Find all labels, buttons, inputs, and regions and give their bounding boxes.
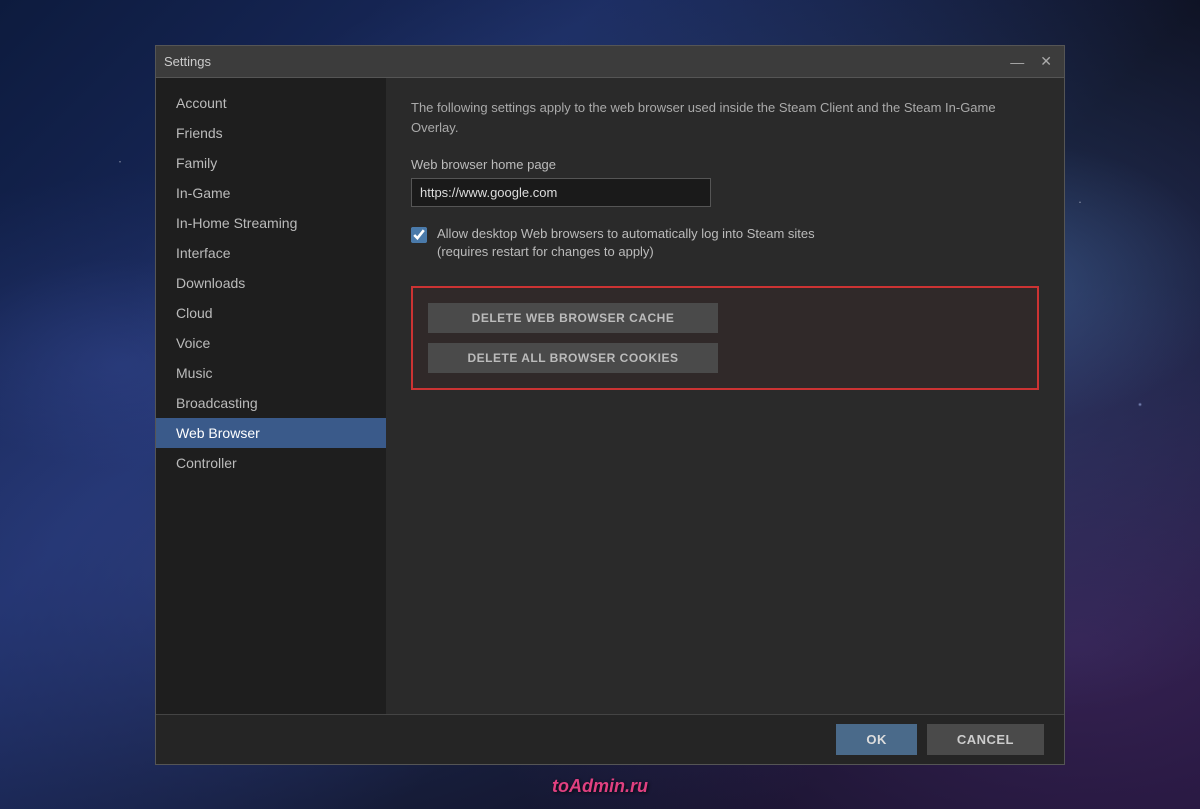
sidebar-item-web-browser[interactable]: Web Browser <box>156 418 386 448</box>
main-content: The following settings apply to the web … <box>386 78 1064 714</box>
sidebar-item-account[interactable]: Account <box>156 88 386 118</box>
sidebar-item-in-home-streaming[interactable]: In-Home Streaming <box>156 208 386 238</box>
cancel-button[interactable]: CANCEL <box>927 724 1044 755</box>
sidebar-item-controller[interactable]: Controller <box>156 448 386 478</box>
sidebar-item-friends[interactable]: Friends <box>156 118 386 148</box>
description-text: The following settings apply to the web … <box>411 98 1039 137</box>
window-body: Account Friends Family In-Game In-Home S… <box>156 78 1064 714</box>
auto-login-label: Allow desktop Web browsers to automatica… <box>437 225 815 261</box>
sidebar-item-cloud[interactable]: Cloud <box>156 298 386 328</box>
sidebar-item-voice[interactable]: Voice <box>156 328 386 358</box>
sidebar: Account Friends Family In-Game In-Home S… <box>156 78 386 714</box>
delete-cache-button[interactable]: DELETE WEB BROWSER CACHE <box>428 303 718 333</box>
delete-cookies-button[interactable]: DELETE ALL BROWSER COOKIES <box>428 343 718 373</box>
titlebar: Settings — ✕ <box>156 46 1064 78</box>
sidebar-item-in-game[interactable]: In-Game <box>156 178 386 208</box>
auto-login-row: Allow desktop Web browsers to automatica… <box>411 225 1039 261</box>
minimize-button[interactable]: — <box>1006 52 1028 72</box>
sidebar-item-family[interactable]: Family <box>156 148 386 178</box>
settings-window: Settings — ✕ Account Friends Family In-G… <box>155 45 1065 765</box>
home-page-input[interactable] <box>411 178 711 207</box>
sidebar-item-broadcasting[interactable]: Broadcasting <box>156 388 386 418</box>
sidebar-item-music[interactable]: Music <box>156 358 386 388</box>
auto-login-checkbox[interactable] <box>411 227 427 243</box>
sidebar-item-interface[interactable]: Interface <box>156 238 386 268</box>
delete-actions-box: DELETE WEB BROWSER CACHE DELETE ALL BROW… <box>411 286 1039 390</box>
close-button[interactable]: ✕ <box>1036 51 1056 72</box>
auto-login-checkbox-wrapper <box>411 227 427 248</box>
home-page-label: Web browser home page <box>411 157 1039 172</box>
bottom-bar: OK CANCEL <box>156 714 1064 764</box>
ok-button[interactable]: OK <box>836 724 917 755</box>
window-controls: — ✕ <box>1006 51 1056 72</box>
sidebar-item-downloads[interactable]: Downloads <box>156 268 386 298</box>
window-title: Settings <box>164 54 211 69</box>
